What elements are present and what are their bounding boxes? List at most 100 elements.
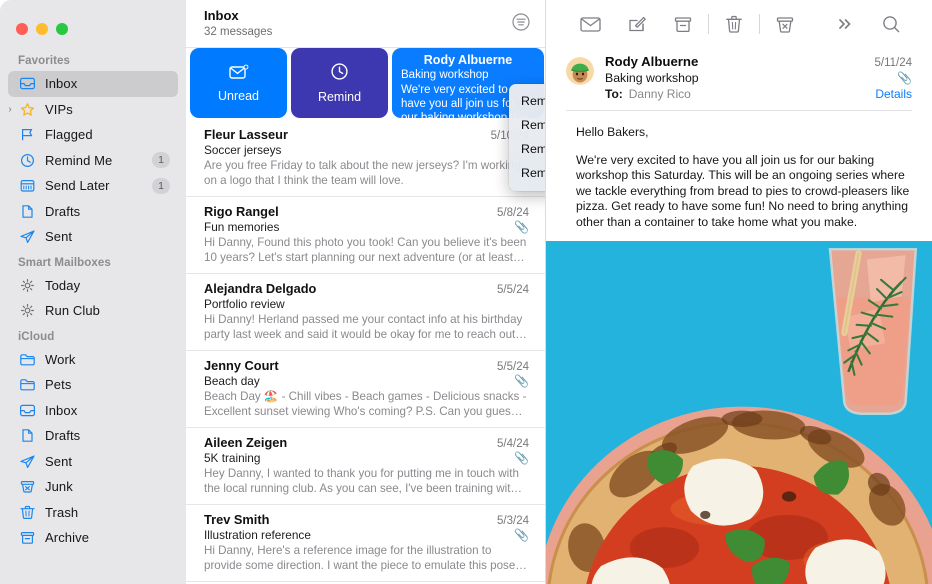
sidebar-item-drafts[interactable]: Drafts — [8, 199, 178, 225]
message-date: 5/5/24 — [497, 361, 529, 373]
flag-icon — [18, 126, 37, 143]
sidebar-mailbox-list: Favorites Inbox › VIPs Flagged Remind Me 1 Send… — [0, 40, 186, 551]
inbox-icon — [18, 402, 37, 419]
message-subject: Beach day — [204, 374, 260, 388]
table-row[interactable]: Rigo Rangel 5/8/24 Fun memories 📎 Hi Dan… — [186, 197, 545, 274]
gear-icon — [18, 277, 37, 294]
archive-icon — [18, 529, 37, 546]
sidebar-item-archive[interactable]: Archive — [8, 525, 178, 551]
context-menu-item[interactable]: Remind Me Later... — [509, 161, 545, 185]
sidebar-section-heading: Smart Mailboxes — [18, 256, 111, 269]
sidebar-item-label: Sent — [45, 453, 73, 469]
table-row[interactable]: Jenny Court 5/5/24 Beach day 📎 Beach Day… — [186, 351, 545, 428]
clock-icon — [330, 62, 349, 84]
sidebar-item-sent[interactable]: Sent — [8, 449, 178, 475]
sidebar-item-today[interactable]: Today — [8, 273, 178, 299]
star-icon — [18, 101, 37, 118]
sidebar-item-label: Work — [45, 351, 76, 367]
compose-button[interactable] — [614, 9, 660, 39]
to-label: To: — [605, 87, 623, 101]
table-row[interactable]: Fleur Lasseur 5/10/24 Soccer jerseys Are… — [186, 120, 545, 197]
table-row[interactable]: Trev Smith 5/3/24 Illustration reference… — [186, 505, 545, 582]
message-preview: Hi Danny! Herland passed me your contact… — [204, 313, 527, 341]
context-menu-item[interactable]: Remind Me in 1 Hour — [509, 89, 545, 113]
message-subject: Baking workshop — [605, 71, 699, 85]
remind-me-context-menu[interactable]: Remind Me in 1 HourRemind Me TonightRemi… — [509, 84, 545, 191]
document-icon — [18, 427, 37, 444]
sidebar-item-remind-me[interactable]: Remind Me 1 — [8, 148, 178, 174]
sidebar-item-label: Inbox — [45, 76, 78, 92]
message-sender: Alejandra Delgado — [204, 281, 317, 296]
junk-button[interactable] — [762, 9, 808, 39]
table-row[interactable]: Alejandra Delgado 5/5/24 Portfolio revie… — [186, 274, 545, 351]
paper-plane-icon — [18, 228, 37, 245]
sender-name: Rody Albuerne — [605, 54, 699, 69]
trash-icon — [18, 504, 37, 521]
unread-badge: 1 — [152, 152, 170, 169]
sidebar-item-trash[interactable]: Trash — [8, 500, 178, 526]
sidebar-item-junk[interactable]: Junk — [8, 474, 178, 500]
chevrons-right-icon[interactable] — [822, 9, 868, 39]
swipe-unread-button[interactable]: Unread — [190, 48, 287, 118]
filter-icon[interactable] — [511, 12, 531, 37]
paperclip-icon: 📎 — [897, 71, 912, 85]
sidebar-item-flagged[interactable]: Flagged — [8, 122, 178, 148]
paperclip-icon: 📎 — [514, 220, 529, 234]
sidebar-item-label: Sent — [45, 229, 73, 245]
sidebar-item-inbox[interactable]: Inbox — [8, 398, 178, 424]
paperclip-icon: 📎 — [514, 451, 529, 465]
sidebar-item-label: Flagged — [45, 127, 93, 143]
toolbar-divider — [759, 14, 760, 34]
sidebar-item-vips[interactable]: › VIPs — [8, 97, 178, 123]
folder-icon — [18, 351, 37, 368]
selected-message-subject: Baking workshop — [401, 69, 489, 81]
clock-icon — [18, 152, 37, 169]
archive-button[interactable] — [660, 9, 706, 39]
sidebar-item-work[interactable]: Work — [8, 347, 178, 373]
sidebar-item-label: Inbox — [45, 402, 78, 418]
message-date: 5/3/24 — [497, 515, 529, 527]
paper-plane-icon — [18, 453, 37, 470]
paperclip-icon: 📎 — [514, 374, 529, 388]
context-menu-item[interactable]: Remind Me Tonight — [509, 113, 545, 137]
message-subject: 5K training — [204, 451, 261, 465]
recipient-name: Danny Rico — [628, 87, 691, 101]
mark-unread-button[interactable] — [568, 9, 614, 39]
message-sender: Jenny Court — [204, 358, 279, 373]
table-row[interactable]: Aileen Zeigen 5/4/24 5K training 📎 Hey D… — [186, 428, 545, 505]
sidebar-item-send-later[interactable]: Send Later 1 — [8, 173, 178, 199]
junk-icon — [18, 478, 37, 495]
sidebar-item-pets[interactable]: Pets — [8, 372, 178, 398]
close-button[interactable] — [16, 23, 28, 35]
search-icon[interactable] — [868, 9, 914, 39]
sidebar-item-sent[interactable]: Sent — [8, 224, 178, 250]
swipe-action-row: Unread Remind Rody Albuerne Baking works… — [186, 48, 545, 120]
attachment-image[interactable] — [546, 240, 932, 584]
calendar-icon — [18, 177, 37, 194]
sidebar-section-heading: Favorites — [18, 55, 71, 67]
unread-envelope-icon — [228, 64, 249, 83]
sidebar-item-run-club[interactable]: Run Club — [8, 298, 178, 324]
gear-icon — [18, 302, 37, 319]
minimize-button[interactable] — [36, 23, 48, 35]
delete-button[interactable] — [711, 9, 757, 39]
context-menu-item[interactable]: Remind Me Tomorrow — [509, 137, 545, 161]
traffic-lights — [0, 6, 186, 40]
reading-pane: Rody Albuerne 5/11/24 Baking workshop 📎 … — [546, 0, 932, 584]
zoom-button[interactable] — [56, 23, 68, 35]
swipe-remind-button[interactable]: Remind — [291, 48, 388, 118]
message-list-header: Inbox 32 messages — [186, 0, 545, 48]
sidebar-item-label: Trash — [45, 504, 79, 520]
reader-toolbar — [546, 0, 932, 48]
message-header: Rody Albuerne 5/11/24 Baking workshop 📎 … — [546, 48, 932, 101]
message-preview: Are you free Friday to talk about the ne… — [204, 159, 521, 187]
sidebar-item-label: Junk — [45, 479, 73, 495]
message-preview: Beach Day 🏖️ - Chill vibes - Beach games… — [204, 390, 527, 418]
chevron-right-icon[interactable]: › — [4, 104, 16, 115]
message-date: 5/11/24 — [874, 57, 912, 69]
sidebar-item-inbox[interactable]: Inbox — [8, 71, 178, 97]
folder-icon — [18, 376, 37, 393]
details-link[interactable]: Details — [875, 87, 912, 101]
sidebar-item-drafts[interactable]: Drafts — [8, 423, 178, 449]
message-body: Hello Bakers, We're very excited to have … — [546, 111, 932, 241]
